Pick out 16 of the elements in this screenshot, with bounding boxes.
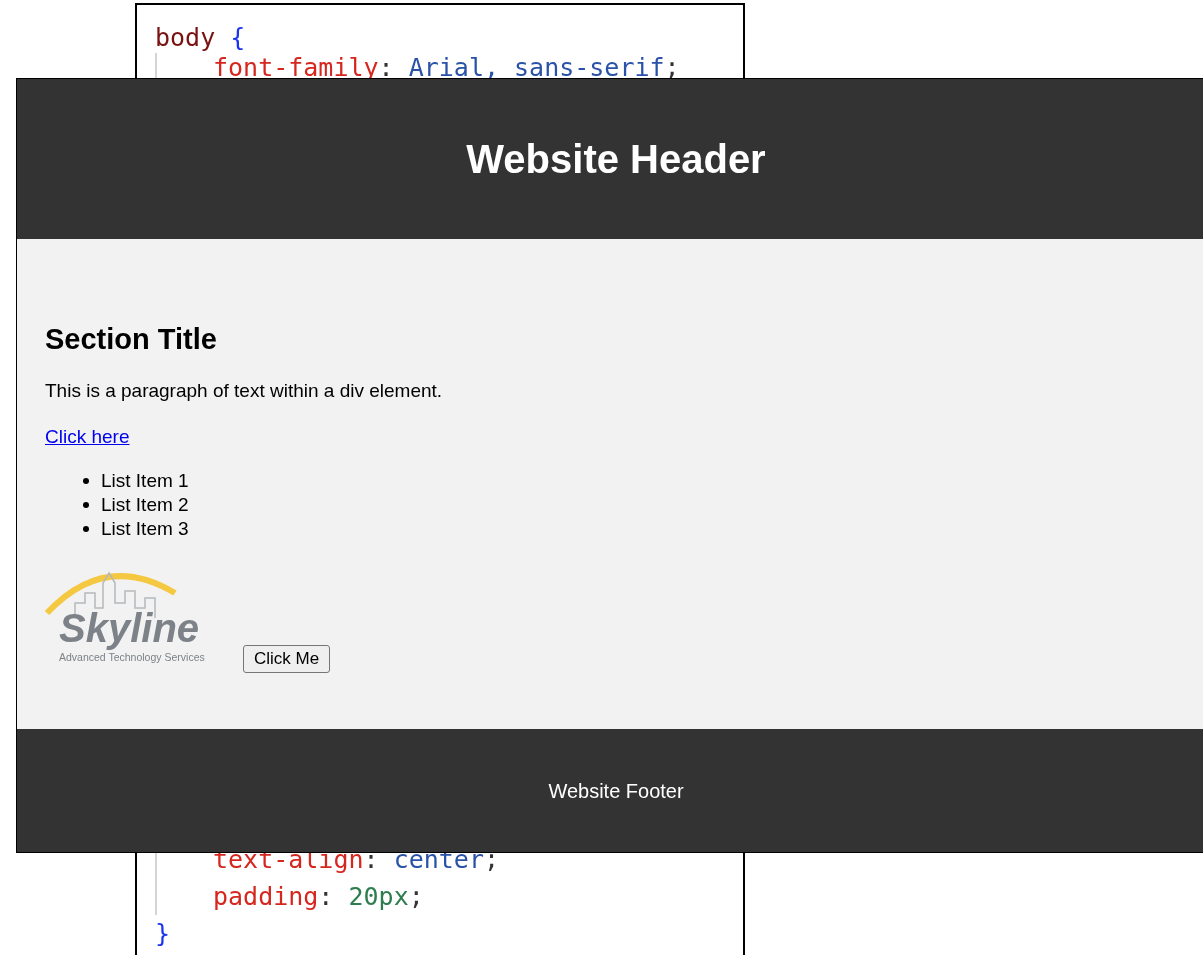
code-line: padding: 20px; — [155, 878, 743, 915]
paragraph-text: This is a paragraph of text within a div element. — [45, 379, 443, 403]
list-item: List Item 1 — [101, 469, 189, 493]
click-me-button[interactable]: Click Me — [243, 645, 331, 673]
skyline-logo-drawing: Skyline Advanced Technology Services — [45, 563, 235, 667]
code-line: body { — [155, 23, 247, 53]
text-link[interactable]: Click here — [45, 425, 130, 449]
footer-text: Website Footer — [548, 778, 684, 804]
list-item: List Item 2 — [101, 493, 189, 517]
bullet-icon — [83, 502, 89, 508]
bullet-icon — [83, 526, 89, 532]
code-line: } — [155, 918, 172, 950]
bullet-icon — [83, 478, 89, 484]
header-title: Website Header — [466, 136, 766, 183]
list-item: List Item 3 — [101, 517, 189, 541]
section-title: Section Title — [45, 322, 217, 357]
